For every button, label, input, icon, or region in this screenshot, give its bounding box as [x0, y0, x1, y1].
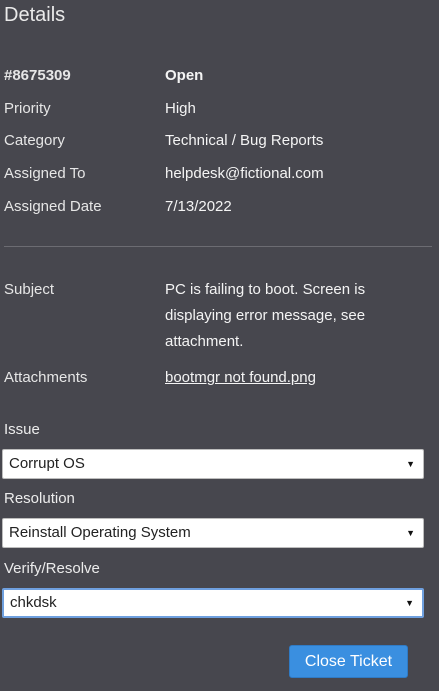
priority-value: High [165, 100, 196, 117]
panel-title: Details [4, 4, 66, 26]
ticket-id: #8675309 [4, 67, 71, 84]
subject-line: displaying error message, see [165, 307, 366, 324]
chevron-down-icon: ▼ [406, 528, 415, 538]
chevron-down-icon: ▼ [405, 598, 414, 608]
attachment-link[interactable]: bootmgr not found.png [165, 368, 420, 388]
assigned-date-value: 7/13/2022 [165, 198, 232, 215]
subject-line: attachment. [165, 333, 244, 350]
issue-label: Issue [4, 421, 40, 438]
verify-resolve-selected-value: chkdsk [10, 594, 57, 611]
priority-label: Priority [4, 100, 51, 117]
category-value: Technical / Bug Reports [165, 132, 324, 149]
ticket-status: Open [165, 67, 204, 84]
ticket-details-panel: Details #8675309 Open Priority High Cate… [0, 0, 439, 691]
assigned-to-value: helpdesk@fictional.com [165, 165, 324, 182]
attachments-label: Attachments [4, 369, 88, 386]
close-ticket-button[interactable]: Close Ticket [289, 645, 408, 678]
issue-selected-value: Corrupt OS [9, 455, 85, 472]
verify-resolve-select[interactable]: chkdsk ▼ [2, 588, 424, 618]
assigned-to-label: Assigned To [4, 165, 86, 182]
subject-line: PC is failing to boot. Screen is [165, 281, 366, 298]
subject-label: Subject [4, 281, 55, 298]
verify-resolve-label: Verify/Resolve [4, 560, 100, 577]
resolution-selected-value: Reinstall Operating System [9, 524, 191, 541]
subject-text: PC is failing to boot. Screen is display… [165, 277, 420, 355]
resolution-label: Resolution [4, 490, 75, 507]
subject-row: Subject PC is failing to boot. Screen is… [4, 280, 434, 360]
issue-select[interactable]: Corrupt OS ▼ [2, 449, 424, 479]
chevron-down-icon: ▼ [406, 459, 415, 469]
resolution-select[interactable]: Reinstall Operating System ▼ [2, 518, 424, 548]
category-label: Category [4, 132, 65, 149]
divider [4, 246, 432, 247]
assigned-date-label: Assigned Date [4, 198, 102, 215]
